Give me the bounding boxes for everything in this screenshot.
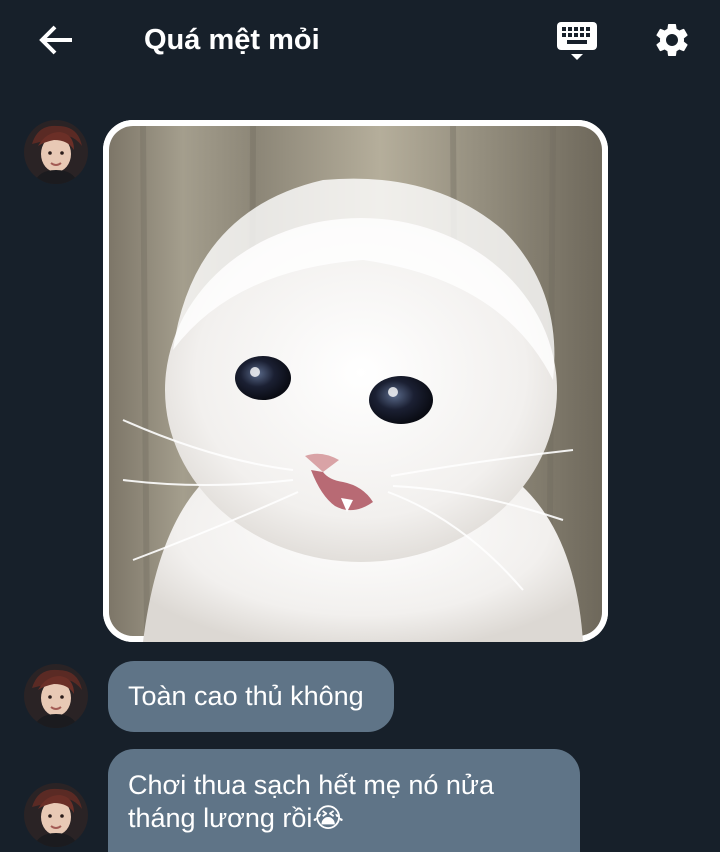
avatar-image	[24, 120, 88, 184]
message-bubble[interactable]: Chơi thua sạch hết mẹ nó nửa tháng lương…	[108, 749, 580, 852]
chat-header: Quá mệt mỏi	[0, 0, 720, 82]
message-text: Toàn cao thủ không	[128, 681, 364, 711]
keyboard-icon	[557, 22, 597, 60]
arrow-left-icon	[39, 25, 72, 55]
message-text: Chơi thua sạch hết mẹ nó nửa tháng lương…	[128, 770, 502, 833]
message-bubble[interactable]: Toàn cao thủ không	[108, 661, 394, 732]
chat-screen: Quá mệt mỏi Toàn cao thủ không Chơi thua…	[0, 0, 720, 852]
image-message[interactable]	[103, 120, 608, 642]
keyboard-button[interactable]	[550, 16, 604, 66]
settings-button[interactable]	[646, 14, 698, 66]
avatar[interactable]	[24, 664, 88, 728]
crying-cat-photo	[103, 120, 608, 642]
chat-title: Quá mệt mỏi	[144, 24, 320, 56]
back-button[interactable]	[32, 18, 80, 62]
avatar[interactable]	[24, 120, 88, 184]
gear-icon	[656, 23, 688, 56]
avatar-image	[24, 664, 88, 728]
avatar[interactable]	[24, 783, 88, 847]
avatar-image	[24, 783, 88, 847]
